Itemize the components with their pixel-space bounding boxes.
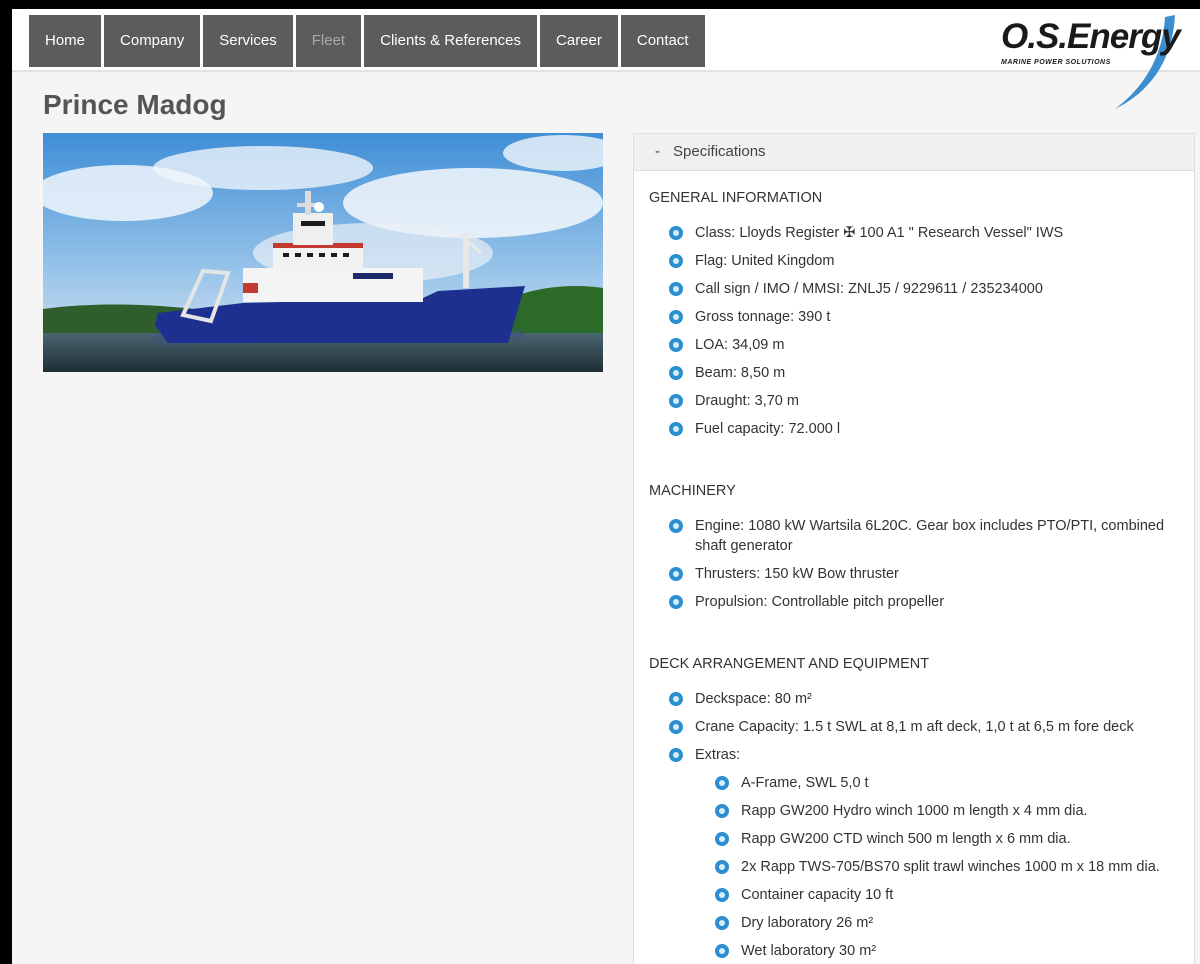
list-item: Fuel capacity: 72.000 l: [669, 419, 1184, 439]
bullet-icon: [669, 254, 683, 268]
list-item: A-Frame, SWL 5,0 t: [715, 773, 1173, 793]
list-item: Extras: A-Frame, SWL 5,0 t Rapp GW200 Hy…: [669, 745, 1193, 961]
bullet-icon: [669, 567, 683, 581]
bullet-icon: [669, 338, 683, 352]
item-text: Call sign / IMO / MMSI: ZNLJ5 / 9229611 …: [695, 281, 1043, 297]
bullet-icon: [715, 860, 729, 874]
section-title-machinery: MACHINERY: [649, 483, 736, 499]
main-nav: Home Company Services Fleet Clients & Re…: [29, 15, 705, 67]
bullet-icon: [715, 804, 729, 818]
item-text: Class: Lloyds Register ✠ 100 A1 " Resear…: [695, 225, 1064, 241]
bullet-icon: [715, 944, 729, 958]
list-item: Container capacity 10 ft: [715, 885, 1173, 905]
ship-photo: [43, 133, 603, 372]
nav-career[interactable]: Career: [540, 15, 618, 67]
item-text: A-Frame, SWL 5,0 t: [741, 775, 869, 791]
bullet-icon: [715, 832, 729, 846]
list-item: Class: Lloyds Register ✠ 100 A1 " Resear…: [669, 223, 1184, 243]
bullet-icon: [669, 394, 683, 408]
bullet-icon: [669, 366, 683, 380]
list-item: 2x Rapp TWS-705/BS70 split trawl winches…: [715, 857, 1173, 877]
list-item: Thrusters: 150 kW Bow thruster: [669, 564, 1169, 584]
specifications-title: Specifications: [673, 143, 766, 160]
list-item: LOA: 34,09 m: [669, 335, 1184, 355]
browser-page: Home Company Services Fleet Clients & Re…: [12, 9, 1200, 964]
machinery-list: Engine: 1080 kW Wartsila 6L20C. Gear box…: [669, 516, 1169, 620]
nav-company[interactable]: Company: [104, 15, 201, 67]
list-item: Rapp GW200 Hydro winch 1000 m length x 4…: [715, 801, 1173, 821]
logo-tagline: MARINE POWER SOLUTIONS: [1001, 59, 1111, 66]
page-title: Prince Madog: [43, 89, 227, 120]
specifications-header[interactable]: - Specifications: [634, 134, 1194, 171]
list-item: Gross tonnage: 390 t: [669, 307, 1184, 327]
bullet-icon: [669, 226, 683, 240]
item-text: Engine: 1080 kW Wartsila 6L20C. Gear box…: [695, 518, 1165, 554]
bullet-icon: [669, 748, 683, 762]
bullet-icon: [669, 282, 683, 296]
item-text: Gross tonnage: 390 t: [695, 309, 831, 325]
list-item: Draught: 3,70 m: [669, 391, 1184, 411]
item-text: Thrusters: 150 kW Bow thruster: [695, 566, 899, 582]
general-info-list: Class: Lloyds Register ✠ 100 A1 " Resear…: [669, 223, 1184, 447]
collapse-toggle-icon[interactable]: -: [655, 134, 673, 170]
nav-services[interactable]: Services: [203, 15, 293, 67]
section-title-general: GENERAL INFORMATION: [649, 190, 823, 206]
list-item: Call sign / IMO / MMSI: ZNLJ5 / 9229611 …: [669, 279, 1184, 299]
extras-list: A-Frame, SWL 5,0 t Rapp GW200 Hydro winc…: [715, 773, 1173, 961]
list-item: Propulsion: Controllable pitch propeller: [669, 592, 1169, 612]
section-title-deck: DECK ARRANGEMENT AND EQUIPMENT: [649, 656, 930, 672]
item-text: Deckspace: 80 m²: [695, 691, 812, 707]
bullet-icon: [669, 422, 683, 436]
item-text: LOA: 34,09 m: [695, 337, 785, 353]
item-text: 2x Rapp TWS-705/BS70 split trawl winches…: [741, 859, 1160, 875]
item-text: Rapp GW200 Hydro winch 1000 m length x 4…: [741, 803, 1088, 819]
list-item: Flag: United Kingdom: [669, 251, 1184, 271]
item-text: Dry laboratory 26 m²: [741, 915, 874, 931]
item-text: Propulsion: Controllable pitch propeller: [695, 594, 945, 610]
bullet-icon: [669, 720, 683, 734]
item-text: Container capacity 10 ft: [741, 887, 894, 903]
bullet-icon: [715, 888, 729, 902]
bullet-icon: [669, 310, 683, 324]
list-item: Dry laboratory 26 m²: [715, 913, 1173, 933]
bullet-icon: [669, 692, 683, 706]
item-text: Flag: United Kingdom: [695, 253, 835, 269]
list-item: Engine: 1080 kW Wartsila 6L20C. Gear box…: [669, 516, 1169, 556]
bullet-icon: [669, 595, 683, 609]
item-text: Rapp GW200 CTD winch 500 m length x 6 mm…: [741, 831, 1071, 847]
nav-home[interactable]: Home: [29, 15, 102, 67]
deck-equipment-list: Deckspace: 80 m² Crane Capacity: 1.5 t S…: [669, 689, 1193, 964]
item-text: Beam: 8,50 m: [695, 365, 786, 381]
item-text: Crane Capacity: 1.5 t SWL at 8,1 m aft d…: [695, 719, 1134, 735]
nav-clients-references[interactable]: Clients & References: [364, 15, 538, 67]
item-text: Wet laboratory 30 m²: [741, 943, 877, 959]
bullet-icon: [669, 519, 683, 533]
nav-fleet[interactable]: Fleet: [295, 15, 362, 67]
bullet-icon: [715, 776, 729, 790]
company-logo[interactable]: O.S.Energy MARINE POWER SOLUTIONS: [987, 13, 1181, 113]
item-text: Fuel capacity: 72.000 l: [695, 421, 841, 437]
list-item: Wet laboratory 30 m²: [715, 941, 1173, 961]
logo-wordmark: O.S.Energy: [1001, 17, 1181, 56]
list-item: Rapp GW200 CTD winch 500 m length x 6 mm…: [715, 829, 1173, 849]
bullet-icon: [715, 916, 729, 930]
list-item: Crane Capacity: 1.5 t SWL at 8,1 m aft d…: [669, 717, 1193, 737]
ship-photo-image: [43, 133, 603, 372]
list-item: Deckspace: 80 m²: [669, 689, 1193, 709]
item-text: Extras:: [695, 747, 741, 763]
nav-contact[interactable]: Contact: [620, 15, 705, 67]
item-text: Draught: 3,70 m: [695, 393, 799, 409]
list-item: Beam: 8,50 m: [669, 363, 1184, 383]
specifications-panel: - Specifications GENERAL INFORMATION Clas…: [633, 133, 1195, 964]
